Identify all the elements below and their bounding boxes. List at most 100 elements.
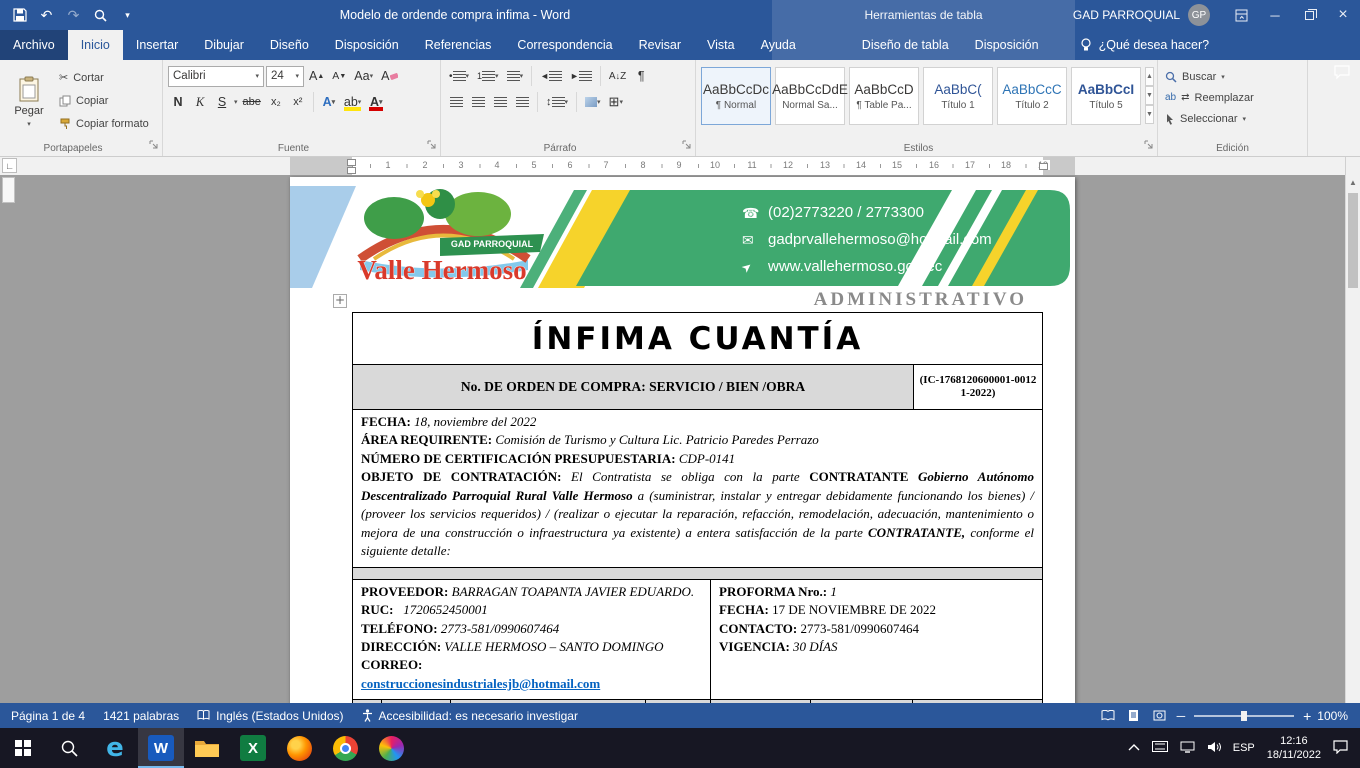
highlight-color-button[interactable]: ab▾	[341, 92, 364, 113]
tab-inicio[interactable]: Inicio	[68, 30, 123, 60]
accessibility-checker[interactable]: Accesibilidad: es necesario investigar	[353, 703, 587, 728]
indent-marker-right[interactable]	[1039, 163, 1048, 170]
network-icon[interactable]	[1180, 741, 1195, 756]
tab-ayuda[interactable]: Ayuda	[748, 30, 809, 60]
minimize-button[interactable]: ─	[1258, 0, 1292, 30]
horizontal-ruler[interactable]: ∟ 1 2 3 4 5 6 7 8 9 10 11 12 13 14 15 16…	[0, 157, 1360, 175]
account-name[interactable]: GAD PARROQUIAL	[1073, 8, 1180, 22]
print-layout-icon[interactable]	[1121, 703, 1147, 728]
show-hidden-icons-chevron[interactable]	[1128, 742, 1140, 754]
style-titulo-2[interactable]: AaBbCcC Título 2	[997, 67, 1067, 125]
styles-dialog-launcher-icon[interactable]	[1144, 138, 1153, 152]
comments-icon[interactable]	[1334, 65, 1350, 83]
decrease-indent-button[interactable]: ◄	[537, 66, 565, 87]
strikethrough-button[interactable]: abe	[240, 92, 264, 113]
table-move-handle-icon[interactable]: +	[333, 294, 347, 308]
shrink-font-button[interactable]: A▼	[329, 66, 349, 87]
excel-taskbar-icon[interactable]: X	[230, 728, 276, 768]
increase-indent-button[interactable]: ►	[567, 66, 595, 87]
taskbar-clock[interactable]: 12:16 18/11/2022	[1267, 734, 1321, 763]
web-layout-icon[interactable]	[1147, 703, 1173, 728]
edge-taskbar-icon[interactable]: e	[92, 728, 138, 768]
style-titulo-1[interactable]: AaBbC( Título 1	[923, 67, 993, 125]
colorful-app-taskbar-icon[interactable]	[368, 728, 414, 768]
vertical-scrollbar[interactable]: ▲	[1345, 175, 1360, 703]
show-marks-button[interactable]: ¶	[631, 66, 651, 87]
touch-keyboard-icon[interactable]	[1152, 741, 1168, 755]
bullets-button[interactable]: •▾	[446, 66, 472, 87]
align-center-button[interactable]	[468, 92, 488, 113]
indent-marker-left[interactable]	[347, 159, 356, 166]
styles-gallery-more-icon[interactable]: ▼	[1145, 105, 1154, 124]
vertical-ruler[interactable]	[2, 177, 15, 203]
tab-insertar[interactable]: Insertar	[123, 30, 191, 60]
shading-button[interactable]: ▾	[582, 92, 604, 113]
sort-button[interactable]: A↓Z	[606, 66, 629, 87]
chrome-taskbar-icon[interactable]	[322, 728, 368, 768]
word-taskbar-icon[interactable]: W	[138, 728, 184, 768]
cut-button[interactable]: ✂ Cortar	[55, 67, 153, 88]
tab-archivo[interactable]: Archivo	[0, 30, 68, 60]
clipboard-dialog-launcher-icon[interactable]	[149, 138, 158, 152]
qat-search-icon[interactable]	[87, 1, 114, 29]
avatar[interactable]: GP	[1188, 4, 1210, 26]
font-color-button[interactable]: A▾	[366, 92, 386, 113]
input-language[interactable]: ESP	[1233, 742, 1255, 754]
tab-dibujar[interactable]: Dibujar	[191, 30, 257, 60]
provider-email-link[interactable]: construccionesindustrialesjb@hotmail.com	[361, 676, 600, 691]
read-mode-icon[interactable]	[1095, 703, 1121, 728]
change-case-button[interactable]: Aa▾	[351, 66, 376, 87]
page-indicator[interactable]: Página 1 de 4	[2, 703, 94, 728]
undo-icon[interactable]: ↶	[33, 1, 60, 29]
format-painter-button[interactable]: Copiar formato	[55, 113, 153, 134]
style-normal-sa[interactable]: AaBbCcDdE Normal Sa...	[775, 67, 845, 125]
tell-me-box[interactable]: ¿Qué desea hacer?	[1080, 30, 1210, 60]
font-family-select[interactable]: Calibri▾	[168, 66, 264, 87]
tab-disposicion-tabla[interactable]: Disposición	[962, 30, 1052, 60]
borders-button[interactable]: ⊞▾	[606, 92, 626, 113]
clear-formatting-button[interactable]: A	[378, 66, 401, 87]
ribbon-display-options-icon[interactable]	[1224, 0, 1258, 30]
copy-button[interactable]: Copiar	[55, 90, 153, 111]
align-left-button[interactable]	[446, 92, 466, 113]
zoom-percent[interactable]: 100%	[1315, 709, 1360, 723]
tab-vista[interactable]: Vista	[694, 30, 748, 60]
styles-scroll-down-icon[interactable]: ▼	[1145, 86, 1154, 105]
style-normal[interactable]: AaBbCcDc ¶ Normal	[701, 67, 771, 125]
tab-selector[interactable]: ∟	[2, 158, 17, 173]
style-table-pa[interactable]: AaBbCcD ¶ Table Pa...	[849, 67, 919, 125]
multilevel-list-button[interactable]: ▾	[504, 66, 527, 87]
tab-diseno[interactable]: Diseño	[257, 30, 322, 60]
file-explorer-taskbar-icon[interactable]	[184, 728, 230, 768]
style-titulo-5[interactable]: AaBbCcI Título 5	[1071, 67, 1141, 125]
subscript-button[interactable]: x₂	[266, 92, 286, 113]
tab-revisar[interactable]: Revisar	[626, 30, 694, 60]
font-size-select[interactable]: 24▾	[266, 66, 304, 87]
line-spacing-button[interactable]: ↕▾	[543, 92, 571, 113]
scroll-up-icon[interactable]: ▲	[1346, 175, 1360, 190]
tab-referencias[interactable]: Referencias	[412, 30, 505, 60]
indent-marker-hanging[interactable]	[347, 167, 356, 174]
scrollbar-thumb[interactable]	[1348, 193, 1358, 288]
zoom-slider-thumb[interactable]	[1241, 711, 1247, 721]
language-indicator[interactable]: Inglés (Estados Unidos)	[188, 703, 352, 728]
bold-button[interactable]: N	[168, 92, 188, 113]
document-page[interactable]: GAD PARROQUIAL Valle Hermoso ☎ (02)27732…	[290, 177, 1075, 703]
tab-correspondencia[interactable]: Correspondencia	[504, 30, 625, 60]
paragraph-dialog-launcher-icon[interactable]	[682, 138, 691, 152]
tab-diseno-de-tabla[interactable]: Diseño de tabla	[849, 30, 962, 60]
styles-scroll-up-icon[interactable]: ▲	[1145, 67, 1154, 86]
align-right-button[interactable]	[490, 92, 510, 113]
superscript-button[interactable]: x²	[288, 92, 308, 113]
zoom-in-button[interactable]: +	[1303, 708, 1311, 724]
qat-customize-chevron-icon[interactable]: ▾	[114, 1, 141, 29]
action-center-icon[interactable]	[1333, 740, 1348, 757]
restore-button[interactable]	[1292, 0, 1326, 30]
paste-button[interactable]: Pegar ▾	[3, 63, 55, 140]
redo-icon[interactable]: ↷	[60, 1, 87, 29]
volume-icon[interactable]	[1207, 741, 1221, 756]
grow-font-button[interactable]: A▲	[306, 66, 327, 87]
underline-button[interactable]: S	[212, 92, 232, 113]
select-button[interactable]: Seleccionar▾	[1161, 108, 1304, 129]
tab-disposicion[interactable]: Disposición	[322, 30, 412, 60]
